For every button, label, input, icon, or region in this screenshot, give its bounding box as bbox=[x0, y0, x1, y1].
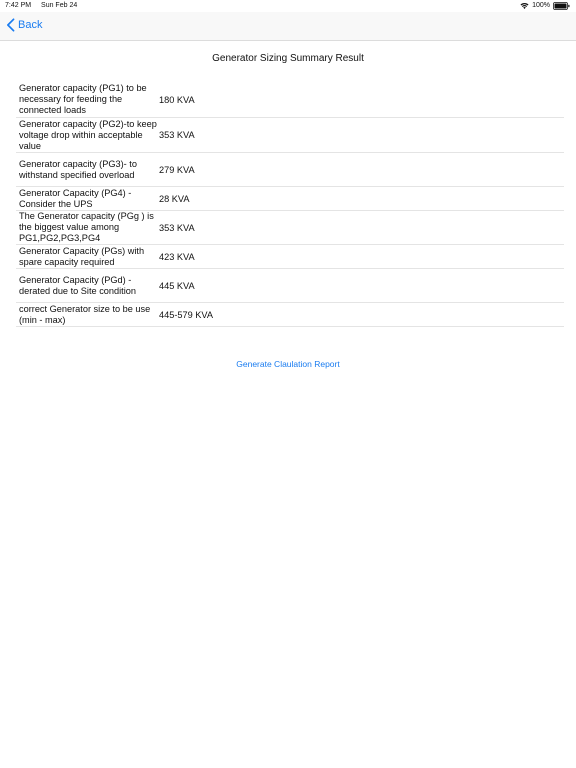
table-row: Generator Capacity (PGd) - derated due t… bbox=[16, 269, 564, 303]
row-label: Generator capacity (PG3)- to withstand s… bbox=[19, 158, 137, 180]
row-label: correct Generator size to be use (min - … bbox=[19, 303, 151, 325]
row-label: Generator Capacity (PGd) - derated due t… bbox=[19, 274, 136, 296]
row-value: 353 KVA bbox=[159, 130, 195, 140]
table-row: Generator capacity (PG2)-to keep voltage… bbox=[16, 118, 564, 153]
row-label: Generator Capacity (PGs) with spare capa… bbox=[19, 245, 145, 267]
status-bar: 7:42 PM Sun Feb 24 100% bbox=[0, 0, 576, 12]
row-value: 445-579 KVA bbox=[159, 309, 213, 320]
table-row: The Generator capacity (PGg ) is the big… bbox=[16, 211, 564, 245]
status-date: Sun Feb 24 bbox=[41, 2, 78, 9]
back-button[interactable]: Back bbox=[6, 18, 42, 32]
row-label: The Generator capacity (PGg ) is the big… bbox=[19, 211, 154, 243]
wifi-icon bbox=[520, 3, 529, 9]
row-value: 423 KVA bbox=[159, 251, 195, 262]
table-row: Generator capacity (PG1) to be necessary… bbox=[16, 82, 564, 118]
table-row: Generator Capacity (PG4) - Consider the … bbox=[16, 187, 564, 211]
row-value: 180 KVA bbox=[159, 94, 195, 105]
row-label: Generator capacity (PG1) to be necessary… bbox=[19, 83, 147, 115]
generate-report-button[interactable]: Generate Claulation Report bbox=[0, 359, 576, 369]
row-label: Generator Capacity (PG4) - Consider the … bbox=[19, 187, 132, 209]
row-value: 353 KVA bbox=[159, 222, 195, 233]
battery-percent: 100% bbox=[532, 2, 550, 9]
summary-table: Generator capacity (PG1) to be necessary… bbox=[16, 82, 564, 327]
status-time: 7:42 PM bbox=[5, 2, 32, 9]
table-row: correct Generator size to be use (min - … bbox=[16, 303, 564, 327]
table-row: Generator capacity (PG3)- to withstand s… bbox=[16, 153, 564, 187]
status-left: 7:42 PM Sun Feb 24 bbox=[5, 0, 85, 12]
row-value: 445 KVA bbox=[159, 280, 195, 291]
status-right: 100% bbox=[520, 0, 570, 12]
page-title: Generator Sizing Summary Result bbox=[212, 53, 364, 64]
row-label: Generator capacity (PG2)-to keep voltage… bbox=[19, 118, 157, 151]
row-value: 279 KVA bbox=[159, 164, 195, 175]
chevron-left-icon bbox=[7, 18, 15, 32]
table-row: Generator Capacity (PGs) with spare capa… bbox=[16, 245, 564, 269]
navigation-bar: Back bbox=[0, 12, 576, 41]
back-button-label: Back bbox=[18, 19, 43, 31]
row-value: 28 KVA bbox=[159, 193, 190, 204]
battery-icon bbox=[553, 2, 570, 10]
